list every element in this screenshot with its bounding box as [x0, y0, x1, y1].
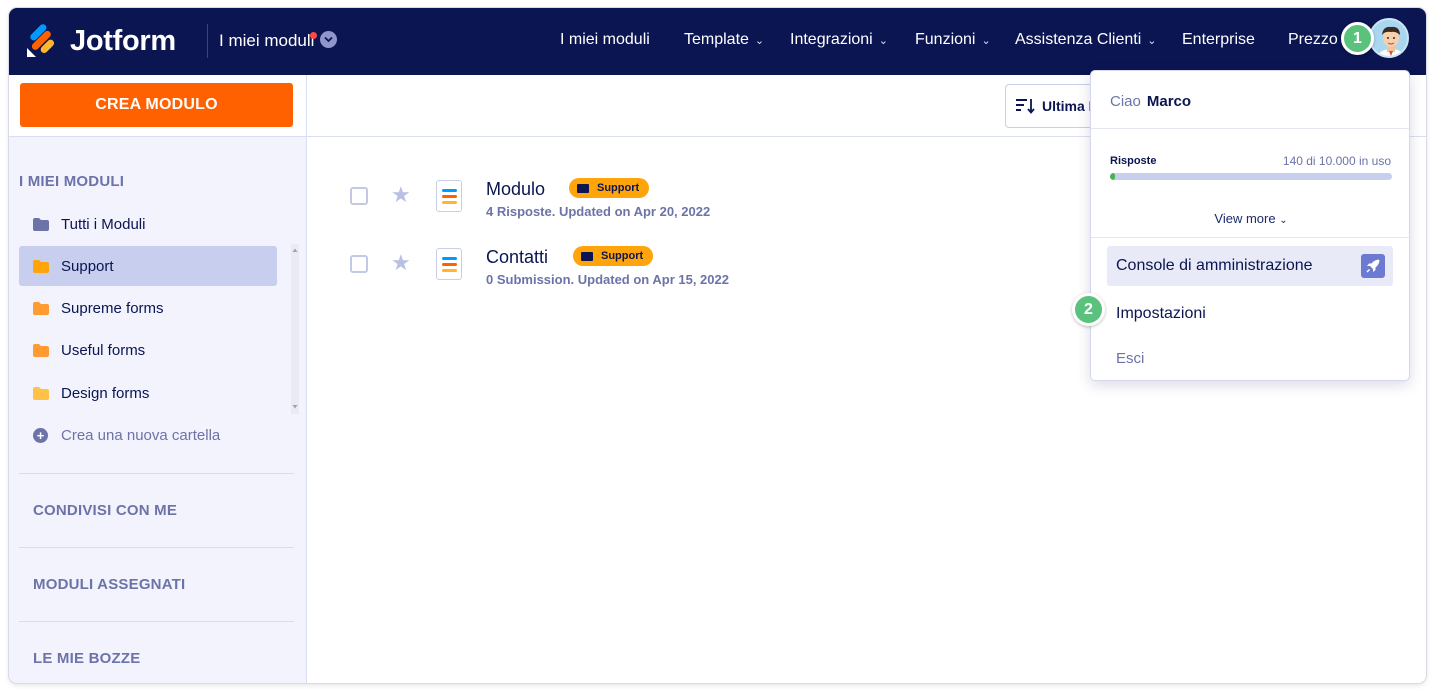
form-title[interactable]: Contatti — [486, 247, 548, 268]
chevron-down-icon[interactable] — [320, 31, 337, 48]
dropdown-divider — [1091, 237, 1411, 238]
nav-features[interactable]: Funzioni ⌄ — [915, 31, 991, 49]
nav-support[interactable]: Assistenza Clienti ⌄ — [1015, 31, 1157, 49]
form-list-item[interactable]: ★ Contatti Support 0 Submission. Updated… — [307, 235, 1087, 295]
usage-label: Risposte — [1110, 155, 1157, 167]
folder-tag[interactable]: Support — [569, 178, 650, 198]
notification-dot — [310, 32, 317, 39]
create-folder-label: Crea una nuova cartella — [61, 426, 221, 444]
app-window: Jotform I miei moduli I miei moduli Temp… — [9, 8, 1426, 683]
plus-circle-icon: + — [33, 427, 48, 443]
folder-tag[interactable]: Support — [573, 246, 654, 266]
step-badge-1: 1 — [1341, 22, 1374, 55]
account-dropdown: Ciao Marco Risposte 140 di 10.000 in uso … — [1090, 70, 1411, 381]
chevron-down-icon: ⌄ — [878, 35, 888, 47]
jotform-logo[interactable]: Jotform — [26, 24, 176, 58]
usage-progress-fill — [1110, 173, 1115, 180]
nav-label: Integrazioni — [790, 31, 873, 48]
nav-divider — [207, 24, 208, 58]
sidebar-item-useful-forms[interactable]: Useful forms — [19, 330, 277, 370]
nav-my-forms[interactable]: I miei moduli — [560, 31, 650, 49]
sidebar-divider — [19, 547, 294, 548]
nav-label: Assistenza Clienti — [1015, 31, 1142, 48]
nav-label: Prezzo — [1288, 31, 1338, 48]
sidebar-item-label: Supreme forms — [61, 299, 164, 317]
star-icon[interactable]: ★ — [391, 184, 411, 206]
chevron-down-icon: ⌄ — [1147, 35, 1157, 47]
nav-label: Enterprise — [1182, 31, 1255, 48]
chevron-down-icon: ⌄ — [754, 35, 765, 47]
folder-icon — [33, 386, 49, 400]
greeting: Ciao Marco — [1110, 93, 1191, 110]
user-name: Marco — [1146, 93, 1192, 110]
sidebar-divider — [19, 473, 294, 474]
select-checkbox[interactable] — [350, 187, 368, 205]
avatar-icon — [1371, 20, 1407, 56]
chevron-down-icon: ⌄ — [1279, 215, 1288, 226]
nav-label: Funzioni — [915, 31, 976, 48]
nav-label: Template — [684, 31, 749, 48]
brand-name: Jotform — [70, 24, 176, 57]
sidebar-scrollbar[interactable] — [291, 244, 299, 414]
sidebar-section-assigned[interactable]: MODULI ASSEGNATI — [33, 576, 185, 593]
admin-console-label: Console di amministrazione — [1116, 257, 1313, 274]
rocket-icon — [1361, 254, 1385, 278]
form-icon — [436, 180, 462, 212]
sidebar-item-design-forms[interactable]: Design forms — [19, 373, 277, 413]
sidebar-item-support[interactable]: Support — [19, 246, 277, 286]
usage-value: 140 di 10.000 in uso — [1282, 154, 1391, 168]
folder-icon — [581, 251, 593, 261]
create-folder-link[interactable]: + Crea una nuova cartella — [19, 415, 277, 455]
form-title[interactable]: Modulo — [486, 179, 545, 200]
folder-icon — [577, 183, 589, 193]
logout-item[interactable]: Esci — [1116, 350, 1144, 367]
folder-icon — [33, 301, 49, 315]
nav-pricing[interactable]: Prezzo — [1288, 31, 1338, 49]
sidebar-item-label: Useful forms — [61, 341, 146, 359]
nav-enterprise[interactable]: Enterprise — [1182, 31, 1255, 49]
step-badge-2: 2 — [1072, 293, 1105, 326]
nav-templates[interactable]: Template ⌄ — [684, 31, 764, 49]
folder-tag-label: Support — [597, 182, 640, 194]
view-more-link[interactable]: View more ⌄ — [1091, 211, 1411, 226]
admin-console-item[interactable]: Console di amministrazione — [1107, 246, 1393, 286]
sidebar-section-drafts[interactable]: LE MIE BOZZE — [33, 650, 140, 667]
section-title[interactable]: I miei moduli — [219, 31, 314, 51]
greeting-label: Ciao — [1110, 93, 1141, 110]
sidebar-section-shared[interactable]: CONDIVISI CON ME — [33, 502, 177, 519]
sidebar-item-label: Tutti i Moduli — [61, 215, 146, 233]
sidebar-item-label: Design forms — [61, 384, 150, 402]
sidebar-divider — [19, 621, 294, 622]
nav-integrations[interactable]: Integrazioni ⌄ — [790, 31, 888, 49]
jotform-logo-icon — [26, 24, 56, 58]
folder-tag-label: Support — [601, 250, 644, 262]
top-navbar: Jotform I miei moduli I miei moduli Temp… — [9, 8, 1426, 75]
dropdown-divider — [1091, 128, 1411, 129]
sort-icon — [1016, 99, 1035, 114]
form-meta: 0 Submission. Updated on Apr 15, 2022 — [486, 272, 729, 287]
sidebar: CREA MODULO I MIEI MODULI Tutti i Moduli… — [9, 75, 307, 683]
usage-progress-bar — [1110, 173, 1392, 180]
form-meta: 4 Risposte. Updated on Apr 20, 2022 — [486, 204, 711, 219]
sidebar-item-all-forms[interactable]: Tutti i Moduli — [19, 204, 277, 244]
star-icon[interactable]: ★ — [391, 252, 411, 274]
user-avatar[interactable] — [1369, 18, 1409, 58]
sidebar-item-supreme-forms[interactable]: Supreme forms — [19, 288, 277, 328]
create-form-button[interactable]: CREA MODULO — [20, 83, 293, 127]
chevron-down-icon: ⌄ — [981, 35, 991, 47]
settings-item[interactable]: Impostazioni — [1116, 305, 1206, 323]
sidebar-section-my-forms: I MIEI MODULI — [19, 173, 125, 190]
form-icon — [436, 248, 462, 280]
create-form-area: CREA MODULO — [9, 75, 306, 137]
sort-label: Ultima I — [1042, 98, 1093, 114]
folder-icon — [33, 259, 49, 273]
folder-icon — [33, 343, 49, 357]
sidebar-item-label: Support — [61, 257, 114, 275]
view-more-label: View more — [1214, 211, 1276, 226]
form-list-item[interactable]: ★ Modulo Support 4 Risposte. Updated on … — [307, 167, 1087, 227]
nav-label: I miei moduli — [560, 31, 650, 48]
folder-icon — [33, 217, 49, 231]
select-checkbox[interactable] — [350, 255, 368, 273]
